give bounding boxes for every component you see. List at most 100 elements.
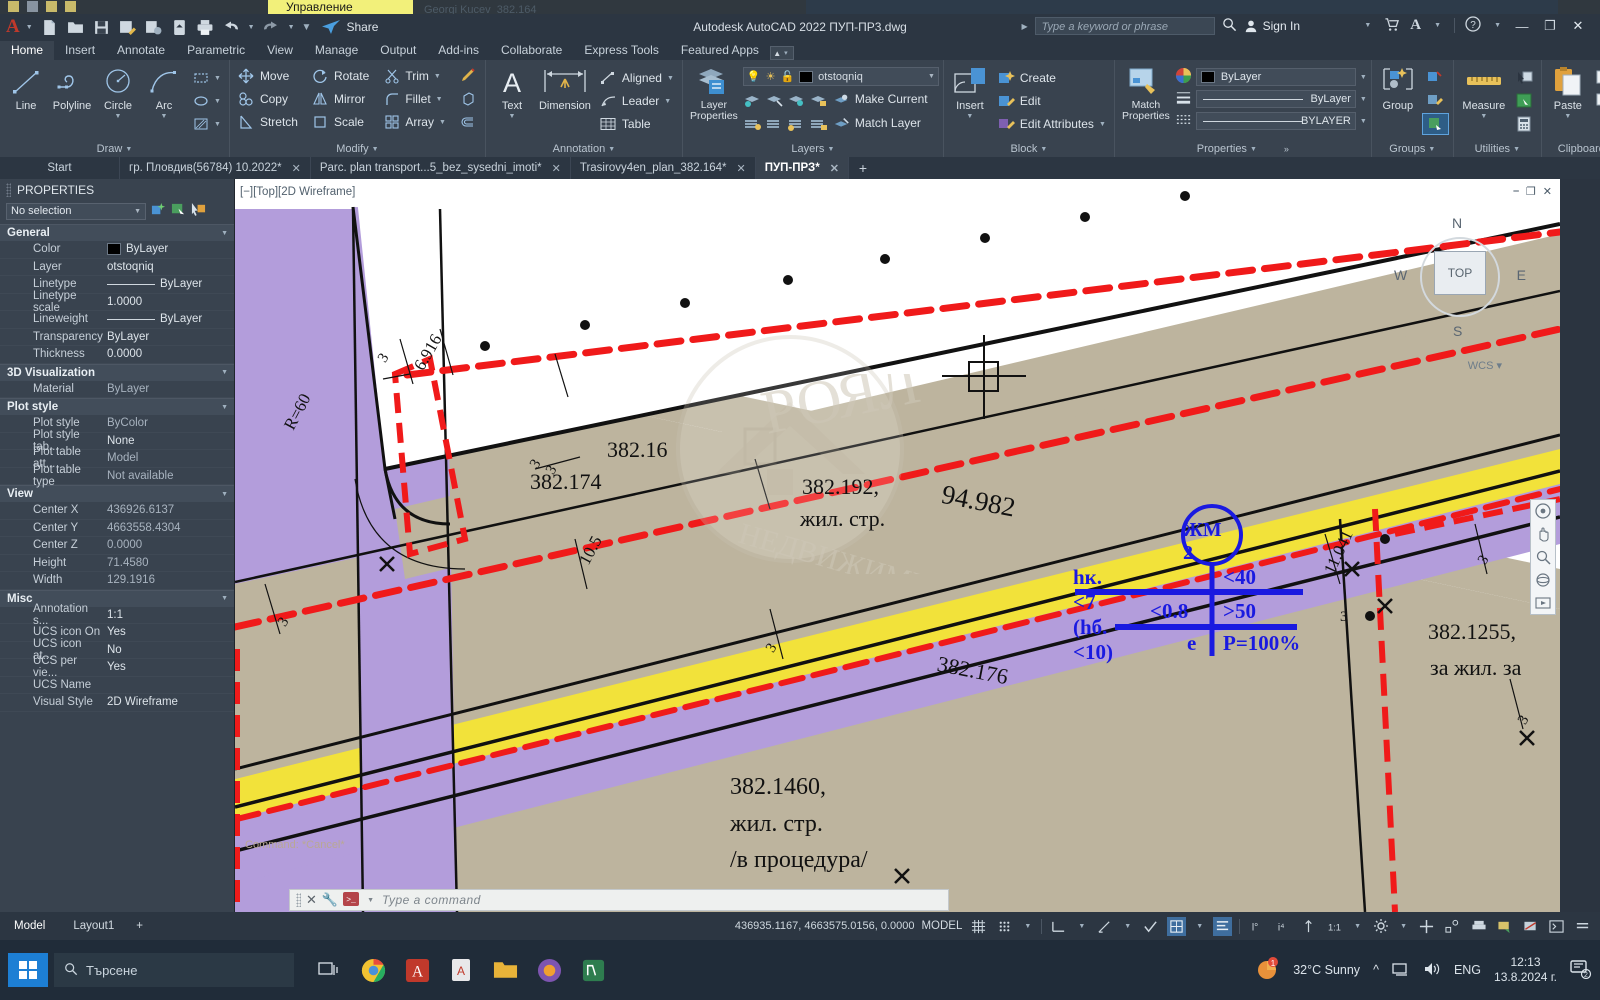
chevron-down-icon[interactable]: ▼ xyxy=(1564,113,1571,120)
panel-title-properties[interactable]: Properties▼ » xyxy=(1119,141,1367,157)
viewport-close-icon[interactable]: ✕ xyxy=(1543,185,1552,198)
chevron-down-icon[interactable]: ▼ xyxy=(1099,121,1106,128)
toggle-value-icon[interactable] xyxy=(151,202,166,220)
copy-clip-button[interactable] xyxy=(1592,90,1600,112)
create-block-button[interactable]: Create xyxy=(994,67,1110,89)
grid-icon[interactable] xyxy=(969,917,988,936)
weather-label[interactable]: 32°C Sunny xyxy=(1293,963,1360,977)
chevron-down-icon[interactable]: ▼ xyxy=(161,113,168,120)
viewcube-north-label[interactable]: N xyxy=(1452,215,1462,231)
panel-title-draw[interactable]: Draw▼ xyxy=(4,141,225,157)
ribbon-tab-home[interactable]: Home xyxy=(0,41,54,60)
close-icon[interactable]: ✕ xyxy=(830,162,839,175)
sun-freeze-icon[interactable]: ☀ xyxy=(766,70,776,83)
quick-select-icon[interactable] xyxy=(171,202,186,220)
select-objects-icon[interactable] xyxy=(191,202,206,220)
search-input[interactable]: Type a keyword or phrase xyxy=(1035,17,1215,35)
drawing-canvas[interactable]: [−][Top][2D Wireframe] ⎯ ❐ ✕ TOP N S W E… xyxy=(235,179,1560,912)
calculator-button[interactable] xyxy=(1512,113,1537,135)
panel-title-groups[interactable]: Groups▼ xyxy=(1376,141,1449,157)
chevron-down-icon[interactable]: ▼ xyxy=(1075,923,1088,930)
add-layout-button[interactable]: + xyxy=(128,912,151,940)
chrome-icon[interactable] xyxy=(358,955,388,985)
snap-icon[interactable] xyxy=(995,917,1014,936)
polar-tracking-icon[interactable] xyxy=(1095,917,1114,936)
help-icon[interactable]: ? xyxy=(1465,16,1481,35)
weather-icon[interactable]: 1 xyxy=(1254,956,1280,985)
annotation-scale-icon[interactable]: 1:1 xyxy=(1325,917,1344,936)
clean-screen-icon[interactable] xyxy=(1547,917,1566,936)
task-view-icon[interactable] xyxy=(314,955,344,985)
close-icon[interactable]: ✕ xyxy=(292,162,301,175)
property-row-annotation-scale[interactable]: Annotation s... 1:1 xyxy=(0,607,234,625)
leader-button[interactable]: Leader ▼ xyxy=(596,90,678,112)
ribbon-tab-output[interactable]: Output xyxy=(369,41,427,60)
property-row-color[interactable]: Color ByLayer xyxy=(0,241,234,259)
match-properties-button[interactable]: Match Properties xyxy=(1119,65,1173,122)
property-row-thickness[interactable]: Thickness 0.0000 xyxy=(0,346,234,364)
ribbon-tab-view[interactable]: View xyxy=(256,41,304,60)
autocad-icon[interactable]: A xyxy=(402,955,432,985)
chevron-down-icon[interactable]: ▼ xyxy=(364,897,377,904)
printer-icon[interactable] xyxy=(193,15,218,39)
tray-expand-icon[interactable]: ^ xyxy=(1373,963,1379,977)
model-tab[interactable]: Model xyxy=(0,912,59,940)
redo-icon[interactable] xyxy=(259,15,284,39)
layout1-tab[interactable]: Layout1 xyxy=(59,912,128,940)
view-cube[interactable]: TOP N S W E xyxy=(1400,217,1520,337)
viewport-minimize-icon[interactable]: ⎯ xyxy=(1513,185,1519,198)
space-indicator[interactable]: MODEL xyxy=(921,920,962,932)
zoom-magnifier-icon[interactable] xyxy=(1535,549,1551,565)
lineweight-combo[interactable]: ByLayer xyxy=(1196,90,1356,108)
linetype-combo[interactable]: BYLAYER xyxy=(1196,112,1356,130)
group-selection-toggle[interactable] xyxy=(1422,113,1449,135)
transparency-icon[interactable]: i⁴ xyxy=(1273,917,1292,936)
clock[interactable]: 12:13 13.8.2024 г. xyxy=(1494,955,1557,985)
edit-block-button[interactable]: Edit xyxy=(994,90,1110,112)
undo-dropdown-icon[interactable]: ▼ xyxy=(245,24,258,31)
dynamic-input-icon[interactable] xyxy=(1213,917,1232,936)
cloud-sync-icon[interactable] xyxy=(167,15,192,39)
selection-combo[interactable]: No selection ▼ xyxy=(6,203,146,220)
group-edit-button[interactable] xyxy=(1422,90,1449,112)
layer-color-swatch[interactable] xyxy=(799,71,813,83)
hatch-button[interactable]: ▼ xyxy=(188,113,225,135)
ribbon-tab-collaborate[interactable]: Collaborate xyxy=(490,41,573,60)
close-icon[interactable]: ✕ xyxy=(552,162,561,175)
command-settings-icon[interactable]: 🔧 xyxy=(322,892,338,908)
array-button[interactable]: Array ▼ xyxy=(379,111,450,133)
osnap-icon[interactable] xyxy=(1141,917,1160,936)
unlock-icon[interactable]: 🔓 xyxy=(780,70,794,83)
color-wheel-icon[interactable] xyxy=(1175,67,1192,87)
match-layer-button[interactable]: Match Layer xyxy=(831,112,923,134)
file-tab-parc-plan[interactable]: Parc. plan transport...5_bez_sysedni_imo… xyxy=(311,157,571,179)
polyline-button[interactable]: Polyline xyxy=(50,65,94,112)
command-grip-icon[interactable] xyxy=(296,893,301,907)
chevron-down-icon[interactable]: ▼ xyxy=(134,208,141,215)
volume-icon[interactable] xyxy=(1423,961,1441,980)
panel-title-modify[interactable]: Modify▼ xyxy=(234,141,481,157)
property-row-ucs-per-viewport[interactable]: UCS per vie... Yes xyxy=(0,659,234,677)
chevron-down-icon[interactable]: ▼ xyxy=(928,73,935,80)
group-header-3d-visualization[interactable]: 3D Visualization▼ xyxy=(0,364,234,381)
selection-cycling-icon[interactable] xyxy=(1299,917,1318,936)
panel-title-layers[interactable]: Layers▼ xyxy=(687,141,939,157)
export-icon[interactable] xyxy=(141,15,166,39)
chevron-down-icon[interactable]: ▼ xyxy=(1431,22,1444,29)
ribbon-tab-annotate[interactable]: Annotate xyxy=(106,41,176,60)
scale-button[interactable]: Scale xyxy=(308,111,373,133)
minimize-button[interactable]: — xyxy=(1508,14,1536,38)
property-row-height[interactable]: Height 71.4580 xyxy=(0,555,234,573)
property-row-center-x[interactable]: Center X 436926.6137 xyxy=(0,502,234,520)
file-tab-plovdiv[interactable]: гр. Пловдив(56784) 10.2022* ✕ xyxy=(120,157,311,179)
command-input[interactable]: Type a command xyxy=(382,893,481,907)
otrack-icon[interactable] xyxy=(1167,917,1186,936)
quick-select-button[interactable] xyxy=(1512,67,1537,89)
language-indicator[interactable]: ENG xyxy=(1454,963,1481,977)
chevron-down-icon[interactable]: ▼ xyxy=(1351,923,1364,930)
chevron-down-icon[interactable]: ▼ xyxy=(23,24,36,31)
chevron-down-icon[interactable]: ▼ xyxy=(115,113,122,120)
qat-customize-icon[interactable]: ▼ xyxy=(299,22,315,33)
property-row-plot-table-type[interactable]: Plot table type Not available xyxy=(0,468,234,486)
chevron-down-icon[interactable]: ▼ xyxy=(1121,923,1134,930)
